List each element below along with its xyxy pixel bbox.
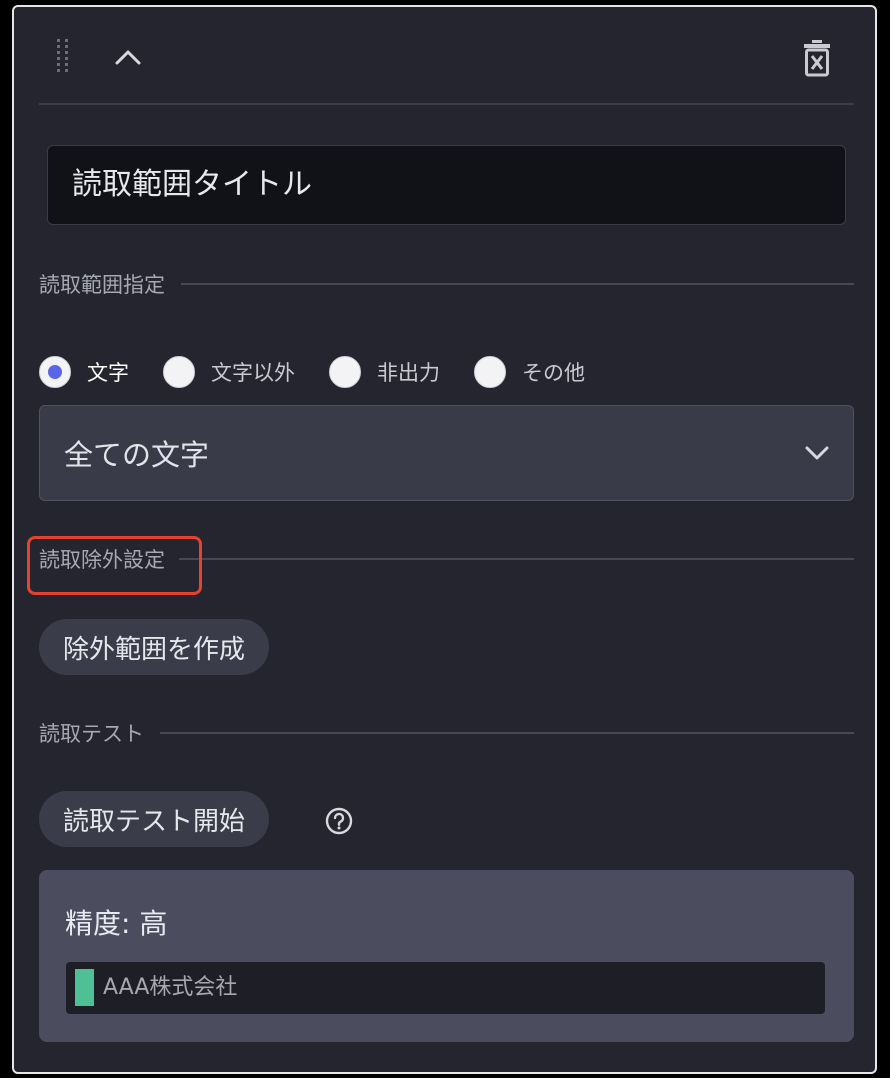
collapse-button[interactable]	[108, 37, 148, 77]
delete-button[interactable]	[795, 35, 839, 81]
result-text: AAA株式会社	[103, 975, 238, 1000]
radio-label: 文字以外	[211, 361, 295, 385]
title-input[interactable]: 読取範囲タイトル	[47, 145, 846, 225]
section-read-test: 読取テスト	[39, 718, 854, 748]
radio-unselected-icon	[163, 356, 195, 388]
radio-label: 文字	[87, 361, 129, 385]
radio-option-other[interactable]: その他	[474, 356, 619, 388]
highlight-annotation	[27, 536, 202, 595]
radio-unselected-icon	[329, 356, 361, 388]
trash-icon	[804, 40, 830, 77]
radio-label: 非出力	[377, 361, 440, 385]
accuracy-label: 精度: 高	[65, 907, 168, 940]
result-color-marker	[75, 969, 94, 1006]
chevron-up-icon	[115, 50, 141, 65]
radio-label: その他	[522, 361, 585, 385]
select-value: 全ての文字	[64, 438, 210, 472]
radio-selected-icon	[39, 356, 71, 388]
section-read-range: 読取範囲指定	[39, 269, 854, 299]
radio-group-read-type: 文字 文字以外 非出力 その他	[39, 352, 619, 392]
radio-option-non-text[interactable]: 文字以外	[163, 356, 329, 388]
chevron-down-icon	[805, 446, 829, 460]
radio-option-no-output[interactable]: 非出力	[329, 356, 474, 388]
section-divider	[160, 732, 854, 734]
question-circle-icon[interactable]	[324, 806, 354, 836]
read-range-panel: 読取範囲タイトル 読取範囲指定 文字 文字以外 非出力 その他 全ての文字 読取…	[12, 5, 877, 1074]
radio-option-text[interactable]: 文字	[39, 356, 163, 388]
start-read-test-button[interactable]: 読取テスト開始	[39, 791, 270, 847]
read-test-result: 精度: 高 AAA株式会社	[39, 870, 854, 1042]
section-divider	[179, 558, 854, 560]
section-label-read-range: 読取範囲指定	[39, 273, 165, 297]
create-exclusion-button[interactable]: 除外範囲を作成	[39, 619, 270, 675]
radio-unselected-icon	[474, 356, 506, 388]
result-text-row: AAA株式会社	[66, 962, 825, 1014]
section-divider	[181, 283, 854, 285]
header-divider	[39, 103, 854, 105]
character-type-select[interactable]: 全ての文字	[39, 405, 854, 501]
section-label-read-test: 読取テスト	[39, 722, 144, 746]
drag-handle-icon[interactable]	[54, 38, 72, 78]
